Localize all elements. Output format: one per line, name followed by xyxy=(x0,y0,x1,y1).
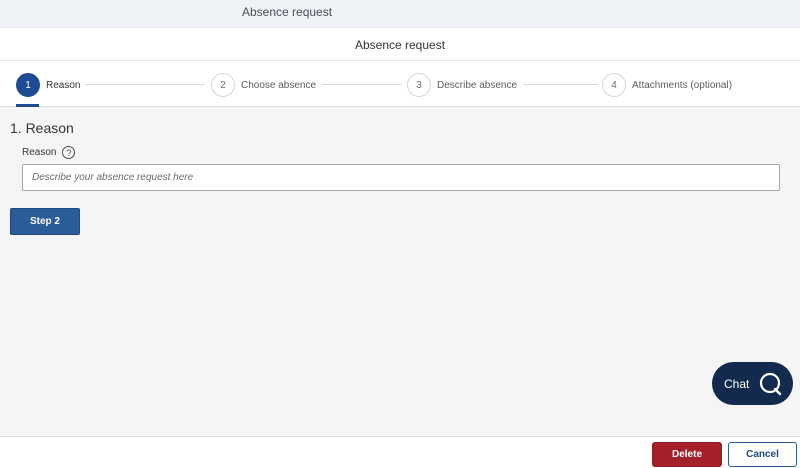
page-header: Absence request xyxy=(0,28,800,61)
wizard-step-reason[interactable]: 1 Reason xyxy=(16,73,80,97)
shell-title: Absence request xyxy=(242,5,333,19)
step-2-button[interactable]: Step 2 xyxy=(10,208,80,235)
step-label: Describe absence xyxy=(437,79,518,91)
wizard-progress: 1 Reason 2 Choose absence 3 Describe abs… xyxy=(0,61,800,107)
page-title: Absence request xyxy=(354,38,446,52)
wizard-step-choose-absence[interactable]: 2 Choose absence xyxy=(211,73,316,97)
step-connector xyxy=(322,84,402,85)
step-label: Attachments (optional) xyxy=(632,79,733,91)
step-label: Reason xyxy=(46,79,81,91)
step-connector xyxy=(523,84,598,85)
chat-button[interactable]: Chat xyxy=(712,362,793,405)
step-number: 1 xyxy=(16,73,40,97)
delete-button[interactable]: Delete xyxy=(652,442,722,467)
cancel-button[interactable]: Cancel xyxy=(728,442,797,467)
help-icon[interactable]: ? xyxy=(62,146,76,159)
reason-input[interactable] xyxy=(22,164,780,191)
footer-toolbar: Delete Cancel xyxy=(0,436,800,468)
step-number: 2 xyxy=(211,73,235,97)
section-title: 1. Reason xyxy=(10,120,74,136)
wizard-step-describe-absence[interactable]: 3 Describe absence xyxy=(407,73,517,97)
step-connector xyxy=(85,84,205,85)
wizard-step-attachments[interactable]: 4 Attachments (optional) xyxy=(602,73,732,97)
reason-label-row: Reason ? xyxy=(22,146,76,159)
chat-bubble-icon xyxy=(759,372,782,396)
chat-label: Chat xyxy=(724,376,750,391)
shell-bar: Absence request xyxy=(0,0,800,28)
active-step-indicator xyxy=(16,104,39,107)
step-number: 4 xyxy=(602,73,626,97)
reason-label: Reason xyxy=(22,147,57,158)
step-number: 3 xyxy=(407,73,431,97)
step-label: Choose absence xyxy=(241,79,317,91)
